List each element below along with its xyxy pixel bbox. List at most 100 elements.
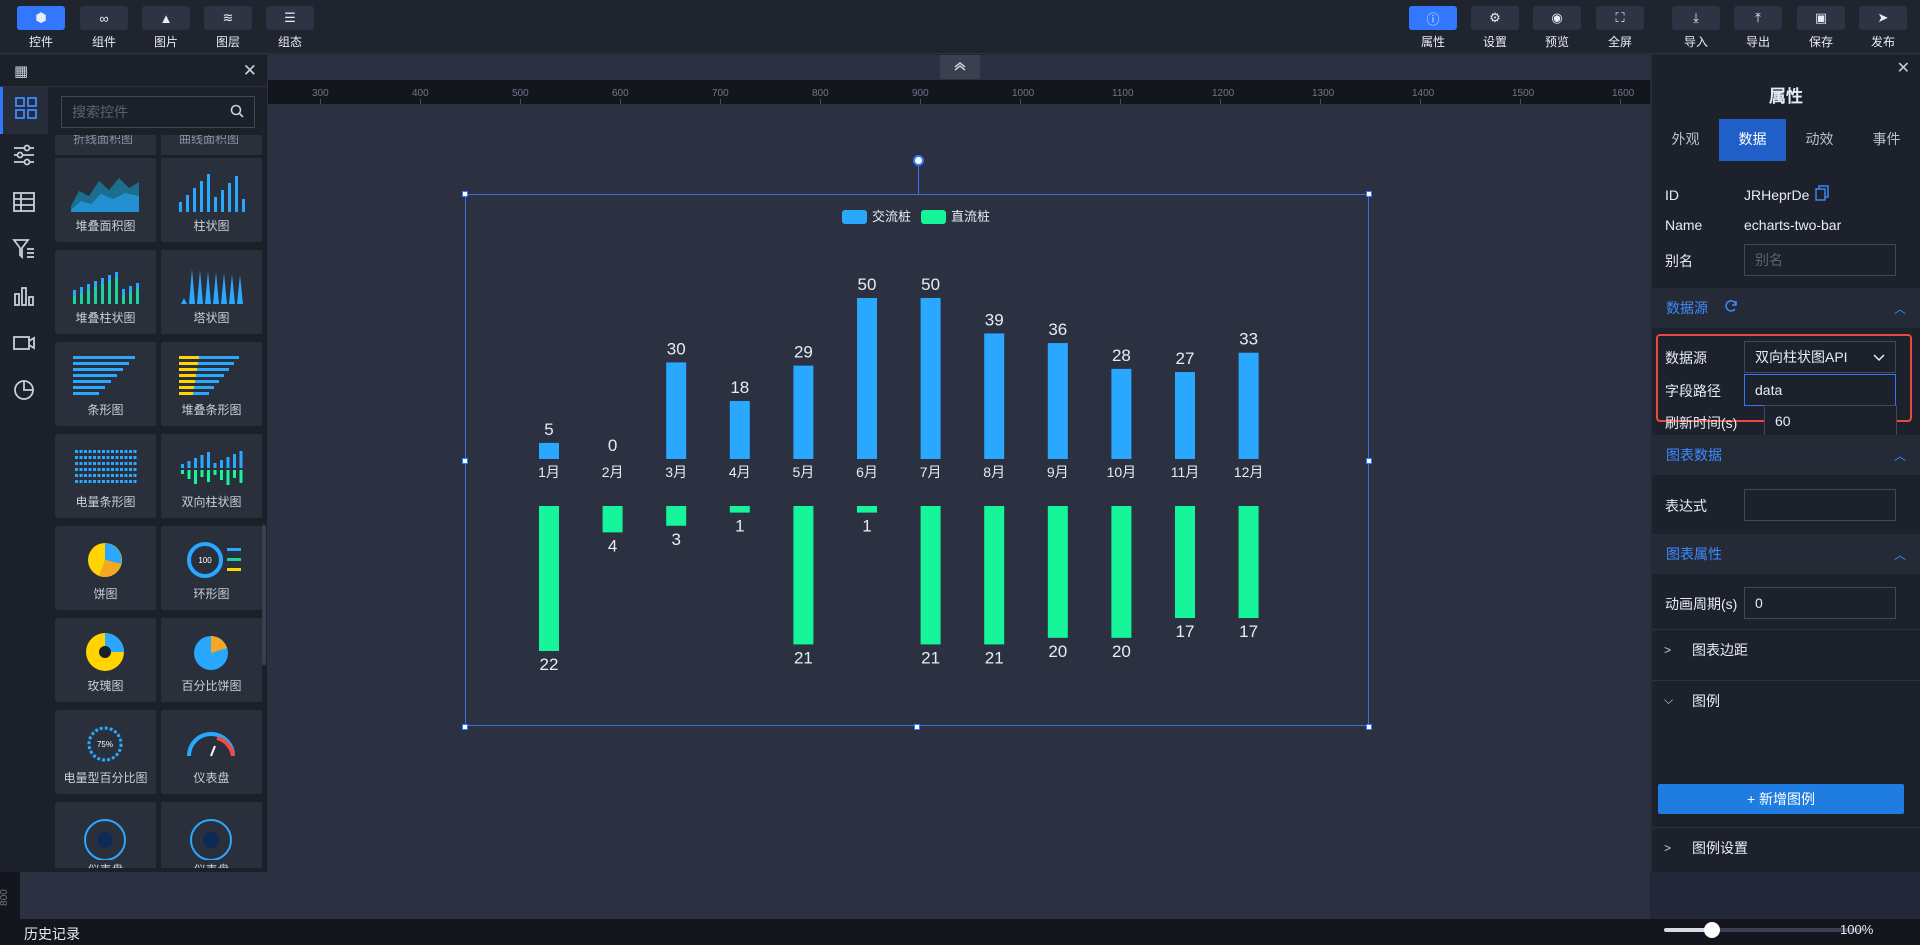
resize-handle-s[interactable] [914, 724, 920, 730]
rail-table[interactable] [0, 181, 48, 228]
legend-swatch [842, 210, 867, 224]
legend-settings-collapse[interactable]: > 图例设置 [1652, 827, 1920, 867]
alias-label: 别名 [1665, 253, 1693, 269]
category-rail [0, 87, 48, 872]
id-label: ID [1665, 187, 1679, 203]
toolbar-button[interactable]: ∞ 组件 [78, 6, 130, 50]
chevron-down-icon: ⌵ [1664, 693, 1674, 707]
widget-label: 塔状图 [193, 311, 230, 325]
widget-grid: 堆叠面积图 柱状图 堆叠柱状图 塔状图条形图 堆叠条形图 电量条形图 双向柱状图 饼图 100 环… [55, 158, 265, 868]
rail-pie[interactable] [0, 369, 48, 416]
widget-tile[interactable]: 条形图 [55, 342, 156, 426]
legend-collapse[interactable]: ⌵ 图例 [1652, 680, 1920, 720]
widget-tile[interactable]: 仪表盘 [161, 710, 262, 794]
category-label: 7月 [920, 464, 942, 480]
field-path-input[interactable] [1744, 374, 1896, 406]
toolbar-button[interactable]: ➤ 发布 [1857, 6, 1909, 50]
grid-view-icon[interactable]: ▦ [14, 62, 28, 80]
resize-handle-e[interactable] [1366, 458, 1372, 464]
toolbar-button[interactable]: ⬢ 控件 [15, 6, 67, 50]
resize-handle-se[interactable] [1366, 724, 1372, 730]
toolbar-button[interactable]: ⓘ 属性 [1407, 6, 1459, 50]
design-canvas[interactable]: 300 400 500 600 700 800 900 1000 1100 1200 1300 140… [268, 55, 1650, 872]
data-label-dc: 1 [862, 517, 871, 536]
toolbar-button[interactable]: ⚙ 设置 [1469, 6, 1521, 50]
widget-search-box [61, 96, 255, 128]
toolbar-button[interactable]: ☰ 组态 [264, 6, 316, 50]
expression-input[interactable] [1744, 489, 1896, 521]
rail-all-widgets[interactable] [0, 87, 48, 134]
widget-thumbnail [86, 633, 124, 671]
widget-tile[interactable]: 塔状图 [161, 250, 262, 334]
bar-dc [857, 506, 877, 513]
properties-tab[interactable]: 外观 [1652, 119, 1719, 161]
widget-tile[interactable]: 堆叠面积图 [55, 158, 156, 242]
toolbar-button[interactable]: ≋ 图层 [202, 6, 254, 50]
widget-tile[interactable]: 百分比饼图 [161, 618, 262, 702]
resize-handle-sw[interactable] [462, 724, 468, 730]
chart-props-section-header[interactable]: 图表属性 ︿ [1652, 534, 1920, 574]
data-label-ac: 50 [858, 275, 877, 294]
rail-controls[interactable] [0, 134, 48, 181]
legend-label: 交流桩 [872, 209, 911, 224]
resize-handle-ne[interactable] [1366, 191, 1372, 197]
rail-video[interactable] [0, 322, 48, 369]
rotate-handle[interactable] [913, 155, 924, 166]
toolbar-button[interactable]: ◉ 预览 [1531, 6, 1583, 50]
toolbar-button[interactable]: ▣ 保存 [1795, 6, 1847, 50]
animation-period-input[interactable] [1744, 587, 1896, 619]
widget-tile[interactable]: 75% 电量型百分比图 [55, 710, 156, 794]
expression-label: 表达式 [1665, 498, 1707, 514]
widget-tile[interactable]: 电量条形图 [55, 434, 156, 518]
ruler-tick-label: 1200 [1212, 88, 1235, 99]
add-legend-button[interactable]: + 新增图例 [1658, 784, 1904, 814]
toolbar-button[interactable]: ⛶ 全屏 [1594, 6, 1646, 50]
widget-tile[interactable]: 100 环形图 [161, 526, 262, 610]
zoom-slider[interactable] [1664, 922, 1864, 938]
history-button[interactable]: 历史记录 [24, 924, 80, 944]
close-properties-icon[interactable]: ✕ [1897, 58, 1910, 78]
widget-thumbnail [75, 450, 137, 483]
search-icon[interactable] [230, 104, 244, 123]
widget-tile[interactable]: 柱状图 [161, 158, 262, 242]
category-label: 1月 [538, 464, 560, 480]
toolbar-button[interactable]: ⤒ 导出 [1732, 6, 1784, 50]
refresh-icon[interactable] [1724, 299, 1738, 318]
chart-margin-collapse[interactable]: > 图表边距 [1652, 629, 1920, 669]
two-way-bar-chart: 交流桩 直流桩 5 1月 22 0 2月 4 30 3月 3 18 4月 1 29 5月 21 50 6月 1 50 7月… [538, 209, 1263, 674]
category-label: 9月 [1047, 464, 1069, 480]
properties-tabs: 外观 数据 动效 事件 [1652, 119, 1920, 161]
datasource-select[interactable]: 双向柱状图API [1744, 341, 1896, 373]
widget-tile[interactable]: 仪表盘 [161, 802, 262, 868]
properties-tab[interactable]: 数据 [1719, 119, 1786, 161]
widget-tile[interactable]: 堆叠条形图 [161, 342, 262, 426]
refresh-interval-input[interactable] [1764, 405, 1897, 437]
widget-tile[interactable]: 饼图 [55, 526, 156, 610]
properties-tab[interactable]: 动效 [1786, 119, 1853, 161]
toolbar-button[interactable]: ⤓ 导入 [1670, 6, 1722, 50]
rail-charts[interactable] [0, 275, 48, 322]
data-label-dc: 17 [1239, 622, 1258, 641]
resize-handle-w[interactable] [462, 458, 468, 464]
toolbar-button[interactable]: ▲ 图片 [140, 6, 192, 50]
selected-chart-widget[interactable]: 交流桩 直流桩 5 1月 22 0 2月 4 30 3月 3 18 4月 1 29 5月 21 50 6月 1 50 7月… [465, 194, 1369, 726]
bar-dc [1175, 506, 1195, 619]
zoom-slider-knob[interactable] [1704, 922, 1720, 938]
collapse-toolbar-button[interactable] [940, 55, 980, 79]
resize-handle-nw[interactable] [462, 191, 468, 197]
widget-tile[interactable]: 双向柱状图 [161, 434, 262, 518]
panel-scrollbar[interactable] [262, 525, 266, 665]
close-panel-icon[interactable]: ✕ [243, 61, 257, 81]
datasource-section-header[interactable]: 数据源 ︿ [1652, 288, 1920, 328]
widget-tile[interactable]: 仪表盘 [55, 802, 156, 868]
widget-tile[interactable]: 玫瑰图 [55, 618, 156, 702]
chart-data-section-header[interactable]: 图表数据 ︿ [1652, 435, 1920, 475]
widget-tile[interactable]: 堆叠柱状图 [55, 250, 156, 334]
copy-icon[interactable] [1815, 185, 1829, 206]
rail-filter[interactable] [0, 228, 48, 275]
bar-ac [539, 442, 559, 459]
widget-search-input[interactable] [72, 104, 222, 120]
alias-input[interactable] [1744, 244, 1896, 276]
ruler-tick-label: 1400 [1412, 88, 1435, 99]
properties-tab[interactable]: 事件 [1853, 119, 1920, 161]
